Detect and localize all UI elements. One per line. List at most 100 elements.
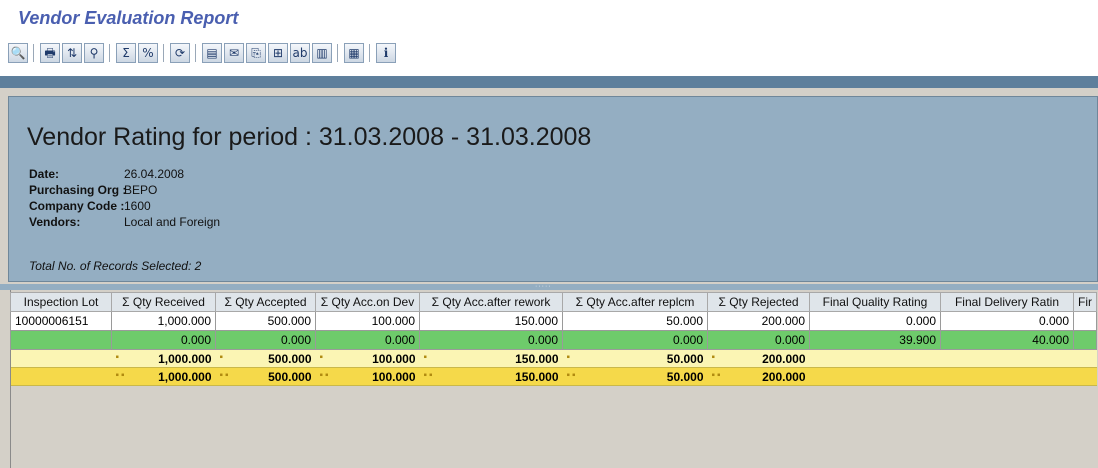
vendors-label: Vendors: <box>29 215 81 229</box>
total-marker-icon: ▪▪ <box>711 369 723 381</box>
cell-inspection-lot <box>10 367 112 386</box>
refresh-icon[interactable]: ⟳ <box>170 43 190 63</box>
cell-qty-accepted[interactable]: 500.000 <box>215 311 316 331</box>
cell-final-quality-rating[interactable]: 39.900 <box>809 330 941 350</box>
cell-truncated[interactable] <box>1073 311 1097 331</box>
column-header-truncated[interactable]: Fir <box>1073 292 1097 312</box>
column-header-qty-acc-on-dev[interactable]: Σ Qty Acc.on Dev <box>315 292 420 312</box>
cell-qty-acc-after-rework: ▪ 150.000 <box>419 349 563 368</box>
column-header-qty-accepted[interactable]: Σ Qty Accepted <box>215 292 316 312</box>
cell-final-delivery-rating <box>940 367 1074 386</box>
cell-qty-received: ▪ 1,000.000 <box>111 349 216 368</box>
cell-truncated <box>1073 349 1097 368</box>
export-icon[interactable]: ▤ <box>202 43 222 63</box>
save-local-icon[interactable]: ⎘ <box>246 43 266 63</box>
subtotal-value: 150.000 <box>515 351 559 366</box>
toolbar-separator <box>195 44 196 62</box>
sum-icon[interactable]: Σ <box>116 43 136 63</box>
subtotal-row[interactable]: ▪ 1,000.000 ▪ 500.000 ▪ 100.000 ▪ 150.000 ▪ 5… <box>10 349 1097 368</box>
spreadsheet-icon[interactable]: ⊞ <box>268 43 288 63</box>
subtotal-value: 50.000 <box>666 351 704 366</box>
toolbar: 🔍 🖶 ⇅ ⚲ Σ % ⟳ ▤ ✉ ⎘ ⊞ ab ▥ ▦ i <box>0 38 1098 76</box>
cell-truncated[interactable] <box>1073 330 1097 350</box>
vendors-value: Local and Foreign <box>124 215 221 229</box>
column-header-final-delivery-rating[interactable]: Final Delivery Ratin <box>940 292 1074 312</box>
cell-qty-rejected[interactable]: 200.000 <box>707 311 810 331</box>
total-records-text: Total No. of Records Selected: 2 <box>29 259 202 273</box>
report-header-area: Vendor Rating for period : 31.03.2008 - … <box>0 88 1098 284</box>
column-header-qty-acc-after-replcm[interactable]: Σ Qty Acc.after replcm <box>562 292 708 312</box>
subtotal-marker-icon: ▪ <box>319 351 326 363</box>
cell-qty-acc-on-dev[interactable]: 100.000 <box>315 311 420 331</box>
subtotal-marker-icon: ▪ <box>711 351 718 363</box>
cell-qty-accepted[interactable]: 0.000 <box>215 330 316 350</box>
total-value: 1,000.000 <box>158 369 212 384</box>
mail-icon[interactable]: ✉ <box>224 43 244 63</box>
company-code-label: Company Code : <box>29 199 125 213</box>
sort-ascending-icon[interactable]: ⇅ <box>62 43 82 63</box>
cell-inspection-lot <box>10 349 112 368</box>
total-marker-icon: ▪▪ <box>319 369 331 381</box>
filter-icon[interactable]: ⚲ <box>84 43 104 63</box>
toolbar-divider-strip <box>0 76 1098 88</box>
cell-final-delivery-rating <box>940 349 1074 368</box>
report-heading: Vendor Rating for period : 31.03.2008 - … <box>27 123 592 151</box>
cell-inspection-lot[interactable] <box>10 330 112 350</box>
word-processing-icon[interactable]: ab <box>290 43 310 63</box>
cell-qty-rejected[interactable]: 0.000 <box>707 330 810 350</box>
subtotal-icon[interactable]: % <box>138 43 158 63</box>
cell-truncated <box>1073 367 1097 386</box>
alv-grid: Inspection Lot Σ Qty Received Σ Qty Acce… <box>10 292 1097 386</box>
cell-qty-received: ▪▪ 1,000.000 <box>111 367 216 386</box>
subtotal-value: 200.000 <box>762 351 806 366</box>
column-header-final-quality-rating[interactable]: Final Quality Rating <box>809 292 941 312</box>
cell-qty-acc-after-rework[interactable]: 150.000 <box>419 311 563 331</box>
cell-qty-received[interactable]: 0.000 <box>111 330 216 350</box>
cell-final-quality-rating <box>809 349 941 368</box>
app-title: Vendor Evaluation Report <box>18 8 239 28</box>
cell-final-quality-rating <box>809 367 941 386</box>
toolbar-separator <box>109 44 110 62</box>
cell-final-quality-rating[interactable]: 0.000 <box>809 311 941 331</box>
column-header-qty-received[interactable]: Σ Qty Received <box>111 292 216 312</box>
column-header-qty-rejected[interactable]: Σ Qty Rejected <box>707 292 810 312</box>
date-label: Date: <box>29 167 60 181</box>
cell-qty-acc-after-replcm[interactable]: 0.000 <box>562 330 708 350</box>
cell-qty-received[interactable]: 1,000.000 <box>111 311 216 331</box>
subtotal-marker-icon: ▪ <box>423 351 430 363</box>
cell-qty-acc-after-replcm: ▪▪ 50.000 <box>562 367 708 386</box>
alv-grid-area: Inspection Lot Σ Qty Received Σ Qty Acce… <box>0 290 1098 468</box>
total-value: 150.000 <box>515 369 559 384</box>
total-value: 500.000 <box>268 369 312 384</box>
graphic-icon[interactable]: ▥ <box>312 43 332 63</box>
cell-qty-acc-after-rework[interactable]: 0.000 <box>419 330 563 350</box>
total-value: 50.000 <box>666 369 704 384</box>
cell-final-delivery-rating[interactable]: 0.000 <box>940 311 1074 331</box>
cell-qty-rejected: ▪▪ 200.000 <box>707 367 810 386</box>
toolbar-separator <box>33 44 34 62</box>
toolbar-separator <box>337 44 338 62</box>
subtotal-value: 1,000.000 <box>158 351 212 366</box>
cell-inspection-lot[interactable]: 10000006151 <box>10 311 112 331</box>
layout-icon[interactable]: ▦ <box>344 43 364 63</box>
table-row[interactable]: 0.000 0.000 0.000 0.000 0.000 0.000 39.9… <box>10 330 1097 350</box>
cell-final-delivery-rating[interactable]: 40.000 <box>940 330 1074 350</box>
column-header-inspection-lot[interactable]: Inspection Lot <box>10 292 112 312</box>
total-marker-icon: ▪▪ <box>115 369 127 381</box>
subtotal-value: 100.000 <box>372 351 416 366</box>
total-row[interactable]: ▪▪ 1,000.000 ▪▪ 500.000 ▪▪ 100.000 ▪▪ 150.00… <box>10 367 1097 386</box>
total-marker-icon: ▪▪ <box>219 369 231 381</box>
print-icon[interactable]: 🖶 <box>40 43 60 63</box>
magnifier-details-icon[interactable]: 🔍 <box>8 43 28 63</box>
table-row[interactable]: 10000006151 1,000.000 500.000 100.000 15… <box>10 311 1097 331</box>
date-value: 26.04.2008 <box>124 167 185 181</box>
total-marker-icon: ▪▪ <box>423 369 435 381</box>
cell-qty-acc-after-replcm[interactable]: 50.000 <box>562 311 708 331</box>
info-icon[interactable]: i <box>376 43 396 63</box>
cell-qty-acc-on-dev: ▪ 100.000 <box>315 349 420 368</box>
cell-qty-acc-on-dev[interactable]: 0.000 <box>315 330 420 350</box>
purchasing-org-label: Purchasing Org : <box>29 183 127 197</box>
toolbar-separator <box>163 44 164 62</box>
subtotal-marker-icon: ▪ <box>115 351 122 363</box>
column-header-qty-acc-after-rework[interactable]: Σ Qty Acc.after rework <box>419 292 563 312</box>
